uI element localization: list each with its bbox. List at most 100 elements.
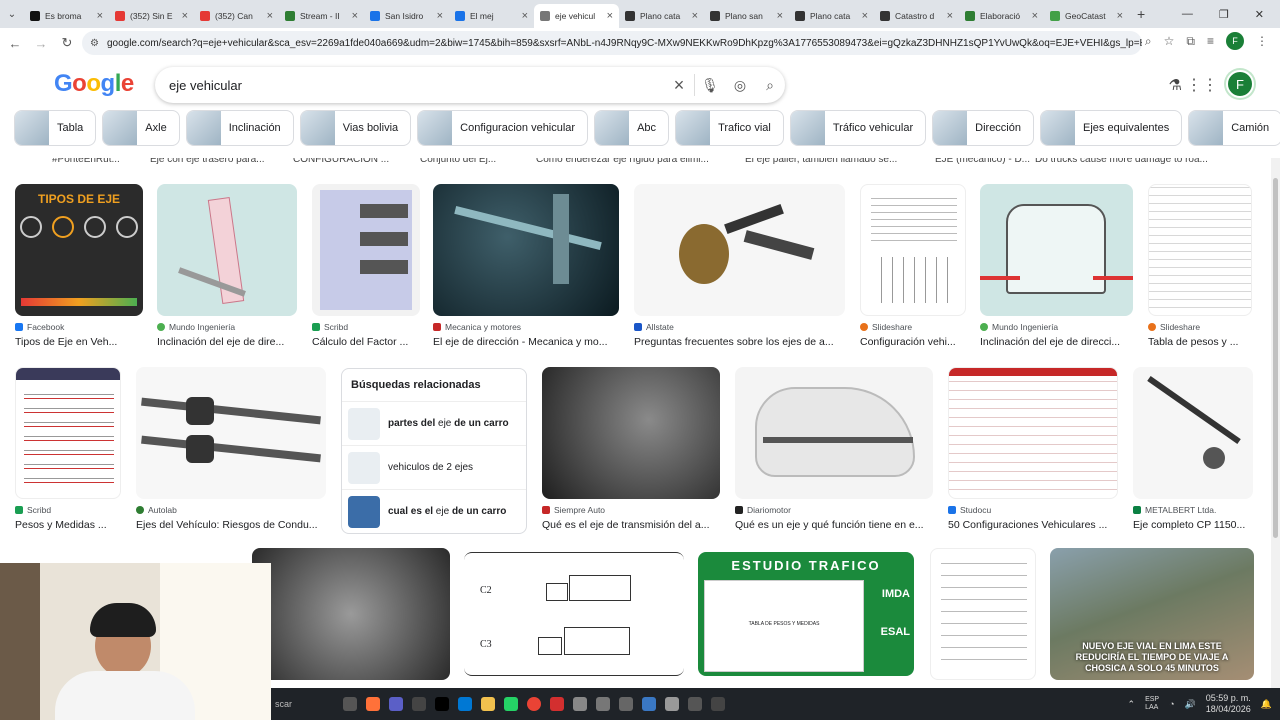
omnibox[interactable]: ⚙ google.com/search?q=eje+vehicular&sca_… (82, 31, 1142, 55)
partial-result-title[interactable]: El eje palier, también llamado se... (745, 158, 897, 165)
taskbar-app-icon[interactable] (435, 697, 449, 711)
result-card[interactable]: ESTUDIO TRAFICO TABLA DE PESOS Y MEDIDAS… (698, 552, 914, 676)
taskbar-app-icon[interactable] (619, 697, 633, 711)
result-card[interactable]: C2 C3 (464, 552, 684, 676)
filter-chip[interactable]: Vias bolivia (299, 110, 412, 146)
tab-close-icon[interactable]: × (437, 10, 443, 22)
filter-chip[interactable]: Tabla (14, 110, 97, 146)
site-info-icon[interactable]: ⚙ (90, 38, 99, 49)
result-card[interactable]: TIPOS DE EJE Facebook Tipos de Eje en Ve… (15, 184, 143, 348)
result-title[interactable]: Eje completo CP 1150... (1133, 519, 1253, 531)
result-card[interactable]: Autolab Ejes del Vehículo: Riesgos de Co… (136, 367, 326, 531)
browser-tab[interactable]: GeoCatast × (1044, 4, 1129, 28)
result-image[interactable] (1148, 184, 1252, 316)
tab-close-icon[interactable]: × (1032, 10, 1038, 22)
result-card[interactable]: Slideshare Configuración vehi... (860, 184, 966, 348)
result-image[interactable]: C2 C3 (464, 552, 684, 676)
result-image[interactable] (980, 184, 1133, 316)
filter-chip[interactable]: Abc (594, 110, 670, 146)
result-card[interactable] (252, 548, 450, 680)
result-title[interactable]: Ejes del Vehículo: Riesgos de Condu... (136, 519, 326, 531)
result-title[interactable]: Inclinación del eje de dire... (157, 336, 297, 348)
clock[interactable]: 05:59 p. m. 18/04/2026 (1206, 693, 1251, 715)
result-title[interactable]: Qué es el eje de transmisión del a... (542, 519, 720, 531)
tab-close-icon[interactable]: × (1117, 10, 1123, 22)
tab-close-icon[interactable]: × (182, 10, 188, 22)
language-indicator[interactable]: ESP LAA (1145, 696, 1159, 712)
result-card[interactable]: Allstate Preguntas frecuentes sobre los … (634, 184, 845, 348)
result-card[interactable]: NUEVO EJE VIAL EN LIMA ESTE REDUCIRÍA EL… (1050, 548, 1254, 680)
filter-chip[interactable]: Tráfico vehicular (789, 110, 927, 146)
partial-result-title[interactable]: CONFIGURACIÓN ... (293, 158, 389, 165)
partial-result-title[interactable]: Conjunto del Ej... (420, 158, 496, 165)
taskbar-app-icon[interactable] (642, 697, 656, 711)
tab-close-icon[interactable]: × (607, 10, 613, 22)
result-image[interactable] (15, 367, 121, 499)
scrollbar-thumb[interactable] (1273, 178, 1278, 538)
back-icon[interactable]: ← (4, 36, 26, 51)
partial-result-title[interactable]: EJE (mecánico) - D... (935, 158, 1030, 165)
taskbar-app-icon[interactable] (504, 697, 518, 711)
volume-icon[interactable]: 🔊 (1185, 699, 1196, 710)
result-image[interactable] (634, 184, 845, 316)
filter-chip[interactable]: Ejes equivalentes (1040, 110, 1183, 146)
taskbar-app-icon[interactable] (711, 697, 725, 711)
result-image[interactable] (157, 184, 297, 316)
result-title[interactable]: Inclinación del eje de direcci... (980, 336, 1133, 348)
related-item[interactable]: vehiculos de 2 ejes (342, 445, 526, 489)
clear-icon[interactable]: × (664, 75, 694, 96)
zoom-icon[interactable]: ⌕ (1145, 34, 1152, 49)
taskbar-app-icon[interactable] (343, 697, 357, 711)
tab-close-icon[interactable]: × (692, 10, 698, 22)
result-card[interactable] (930, 548, 1036, 680)
browser-tab[interactable]: Stream - II × (279, 4, 364, 28)
result-card[interactable]: Studocu 50 Configuraciones Vehiculares .… (948, 367, 1118, 531)
partial-result-title[interactable]: #PonteEnRut... (52, 158, 120, 165)
result-title[interactable]: 50 Configuraciones Vehiculares ... (948, 519, 1118, 531)
close-window-icon[interactable]: ✕ (1255, 8, 1264, 21)
search-icon[interactable]: ⌕ (755, 77, 785, 94)
result-image[interactable] (312, 184, 420, 316)
taskbar-app-icon[interactable] (458, 697, 472, 711)
bookmark-star-icon[interactable]: ☆ (1164, 34, 1175, 48)
browser-tab[interactable]: Plano san × (704, 4, 789, 28)
filter-chip[interactable]: Axle (102, 110, 180, 146)
labs-flask-icon[interactable]: ⚗ (1169, 76, 1182, 94)
search-input[interactable]: eje vehicular (169, 78, 664, 93)
profile-avatar[interactable]: F (1226, 32, 1244, 50)
result-title[interactable]: Tipos de Eje en Veh... (15, 336, 143, 348)
taskbar-app-icon[interactable] (412, 697, 426, 711)
filter-chip[interactable]: Camión (1188, 110, 1280, 146)
result-image[interactable] (433, 184, 619, 316)
media-icon[interactable]: ≡ (1207, 34, 1214, 48)
result-card[interactable]: Slideshare Tabla de pesos y ... (1148, 184, 1252, 348)
tab-close-icon[interactable]: × (267, 10, 273, 22)
search-box[interactable]: eje vehicular × 🎙 ◎ ⌕ (155, 67, 785, 103)
result-image[interactable] (1133, 367, 1253, 499)
result-card[interactable]: Diariomotor Qué es un eje y qué función … (735, 367, 933, 531)
result-image[interactable] (542, 367, 720, 499)
taskbar-app-icon[interactable] (573, 697, 587, 711)
related-item[interactable]: partes del eje de un carro (342, 401, 526, 445)
result-title[interactable]: Tabla de pesos y ... (1148, 336, 1252, 348)
result-image[interactable]: TIPOS DE EJE (15, 184, 143, 316)
result-image[interactable] (136, 367, 326, 499)
result-image[interactable] (930, 548, 1036, 680)
tab-search-icon[interactable]: ⌄ (0, 9, 24, 20)
browser-tab[interactable]: Es broma × (24, 4, 109, 28)
result-image[interactable] (735, 367, 933, 499)
taskbar-app-icon[interactable] (366, 697, 380, 711)
menu-kebab-icon[interactable]: ⋮ (1256, 34, 1268, 48)
lens-icon[interactable]: ◎ (725, 77, 755, 94)
taskbar-app-icon[interactable] (481, 697, 495, 711)
result-card[interactable]: Scribd Cálculo del Factor ... (312, 184, 420, 348)
result-card[interactable]: Mundo Ingeniería Inclinación del eje de … (157, 184, 297, 348)
tab-close-icon[interactable]: × (352, 10, 358, 22)
restore-icon[interactable]: ❐ (1219, 8, 1229, 21)
tab-close-icon[interactable]: × (777, 10, 783, 22)
filter-chip[interactable]: Dirección (932, 110, 1034, 146)
taskbar-chrome-icon[interactable] (527, 697, 541, 711)
taskbar-app-icon[interactable] (596, 697, 610, 711)
filter-chip[interactable]: Configuracion vehicular (417, 110, 589, 146)
result-title[interactable]: Preguntas frecuentes sobre los ejes de a… (634, 336, 845, 348)
